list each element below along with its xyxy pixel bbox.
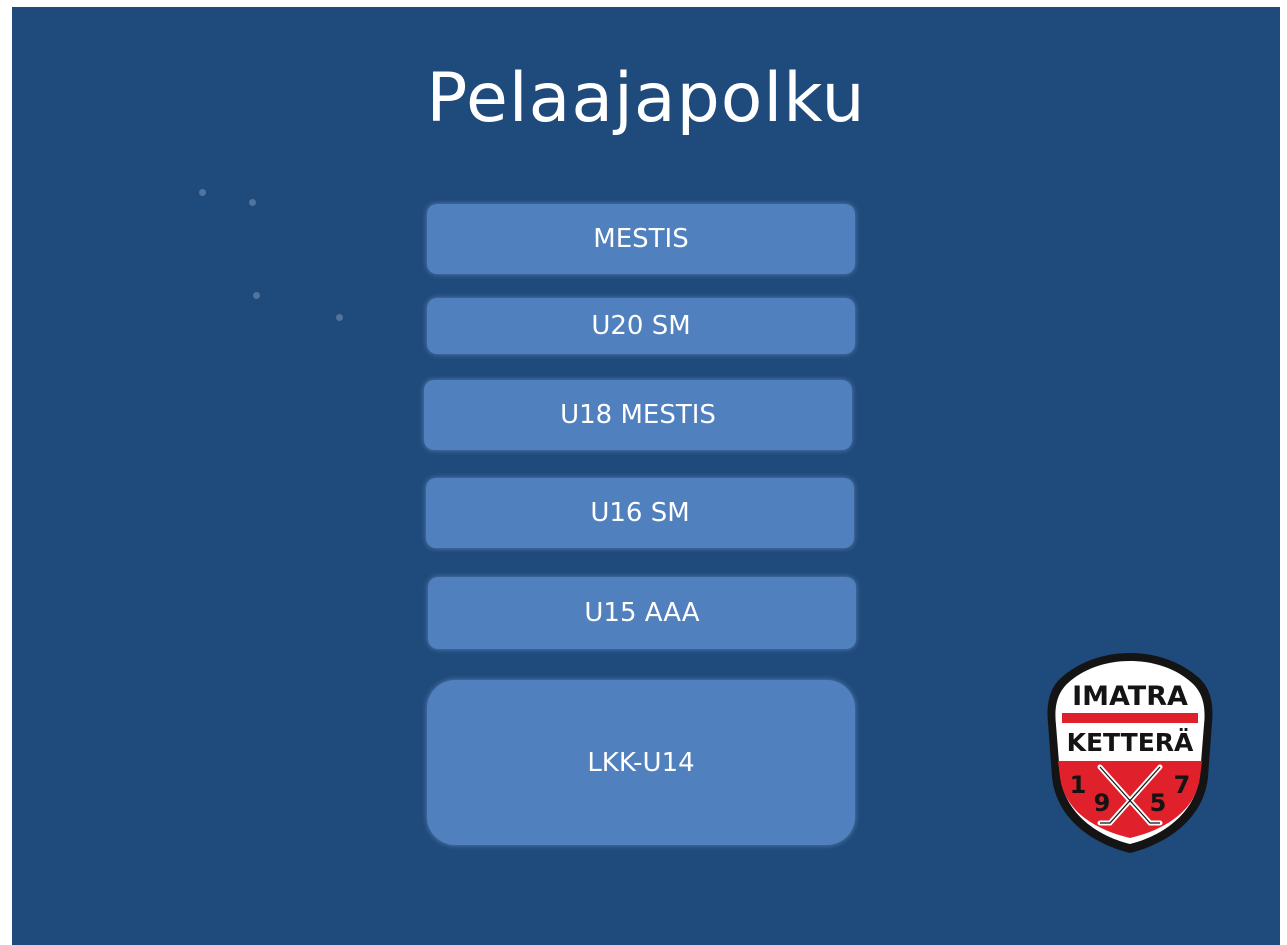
decorative-dot [336,314,343,321]
level-box-u20-sm: U20 SM [427,298,855,354]
decorative-dot [253,292,260,299]
level-box-lkk-u14: LKK-U14 [427,680,855,845]
logo-year-digit: 9 [1094,789,1111,817]
level-box-mestis: MESTIS [427,204,855,274]
logo-year-digit: 5 [1150,789,1167,817]
decorative-dot [249,199,256,206]
logo-year-digit: 7 [1174,771,1191,799]
level-box-u18-mestis: U18 MESTIS [424,380,852,450]
logo-top-text: IMATRA [1072,681,1188,712]
logo-middle-text: KETTERÄ [1067,727,1194,757]
logo-year-digit: 1 [1070,771,1087,799]
decorative-dot [199,189,206,196]
page-title: Pelaajapolku [426,59,866,138]
level-box-u15-aaa: U15 AAA [428,577,856,649]
level-box-u16-sm: U16 SM [426,478,854,548]
slide: Pelaajapolku MESTIS U20 SM U18 MESTIS U1… [12,7,1280,945]
club-logo: IMATRA KETTERÄ 1 9 5 7 [1047,653,1213,853]
